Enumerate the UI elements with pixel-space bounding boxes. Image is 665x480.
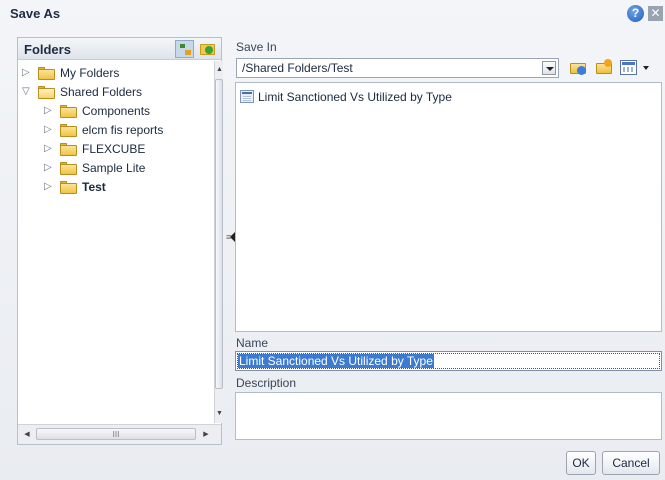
scroll-down-icon[interactable]: ▼ [215, 407, 224, 421]
view-mode-icon[interactable] [620, 60, 637, 75]
scroll-thumb[interactable] [215, 79, 223, 389]
expand-arrow-icon[interactable]: ▷ [44, 105, 56, 117]
description-input[interactable] [235, 392, 662, 440]
up-folder-icon[interactable] [569, 59, 588, 77]
scroll-thumb[interactable]: III [36, 428, 196, 440]
folder-icon [38, 67, 55, 80]
name-input-value: Limit Sanctioned Vs Utilized by Type [238, 354, 434, 368]
folder-icon [60, 143, 77, 156]
save-in-label: Save In [236, 40, 277, 54]
save-as-dialog: Save As ? ✕ Folders ▷ My Folders ▽ Share… [0, 0, 665, 480]
folder-icon [60, 105, 77, 118]
description-label: Description [236, 376, 297, 390]
folder-icon [60, 124, 77, 137]
refresh-folder-icon[interactable] [198, 40, 217, 58]
help-icon[interactable]: ? [627, 5, 644, 22]
view-mode-dropdown-icon[interactable] [643, 66, 649, 70]
folders-panel: Folders ▷ My Folders ▽ Shared Folders ▷ … [17, 37, 223, 445]
save-in-value: /Shared Folders/Test [242, 61, 353, 75]
expand-arrow-icon[interactable]: ▷ [22, 67, 34, 79]
name-input[interactable]: Limit Sanctioned Vs Utilized by Type [235, 351, 662, 371]
new-folder-icon[interactable] [595, 59, 614, 77]
scroll-left-icon[interactable]: ◀ [20, 428, 34, 442]
collapse-arrow-icon[interactable]: ▽ [22, 86, 34, 98]
list-item-label: Limit Sanctioned Vs Utilized by Type [258, 90, 452, 104]
folders-header: Folders [18, 38, 221, 60]
expand-arrow-icon[interactable]: ▷ [44, 143, 56, 155]
tree-item-label-selected: Test [82, 180, 106, 194]
folder-icon [60, 162, 77, 175]
folders-title: Folders [24, 42, 71, 57]
expand-arrow-icon[interactable]: ▷ [44, 124, 56, 136]
tree-item-label: elcm fis reports [82, 123, 164, 137]
folder-icon [60, 181, 77, 194]
save-in-select[interactable]: /Shared Folders/Test [236, 58, 559, 78]
chevron-down-icon[interactable] [542, 61, 556, 75]
close-icon[interactable]: ✕ [648, 6, 663, 21]
title-bar: Save As ? ✕ [0, 0, 665, 28]
tree-item-label: Shared Folders [60, 85, 143, 99]
open-folder-icon [38, 86, 55, 99]
scroll-up-icon[interactable]: ▲ [215, 63, 224, 77]
folder-tree-horizontal-scrollbar[interactable]: ◀ III ▶ [18, 424, 221, 444]
expand-arrow-icon[interactable]: ▷ [44, 181, 56, 193]
tree-item-label: My Folders [60, 66, 120, 80]
scroll-right-icon[interactable]: ▶ [199, 428, 213, 442]
tree-view-icon[interactable] [175, 40, 194, 58]
tree-item-label: Components [82, 104, 151, 118]
folder-tree: ▷ My Folders ▽ Shared Folders ▷ Componen… [18, 62, 213, 422]
tree-item-label: FLEXCUBE [82, 142, 146, 156]
report-icon [240, 90, 254, 103]
expand-arrow-icon[interactable]: ▷ [44, 162, 56, 174]
name-label: Name [236, 336, 269, 350]
ok-button[interactable]: OK [566, 451, 596, 475]
tree-item-label: Sample Lite [82, 161, 146, 175]
folder-tree-vertical-scrollbar[interactable]: ▲ ▼ [214, 61, 223, 423]
dialog-title: Save As [10, 6, 61, 21]
cancel-button[interactable]: Cancel [602, 451, 660, 475]
file-list: Limit Sanctioned Vs Utilized by Type [235, 82, 662, 332]
